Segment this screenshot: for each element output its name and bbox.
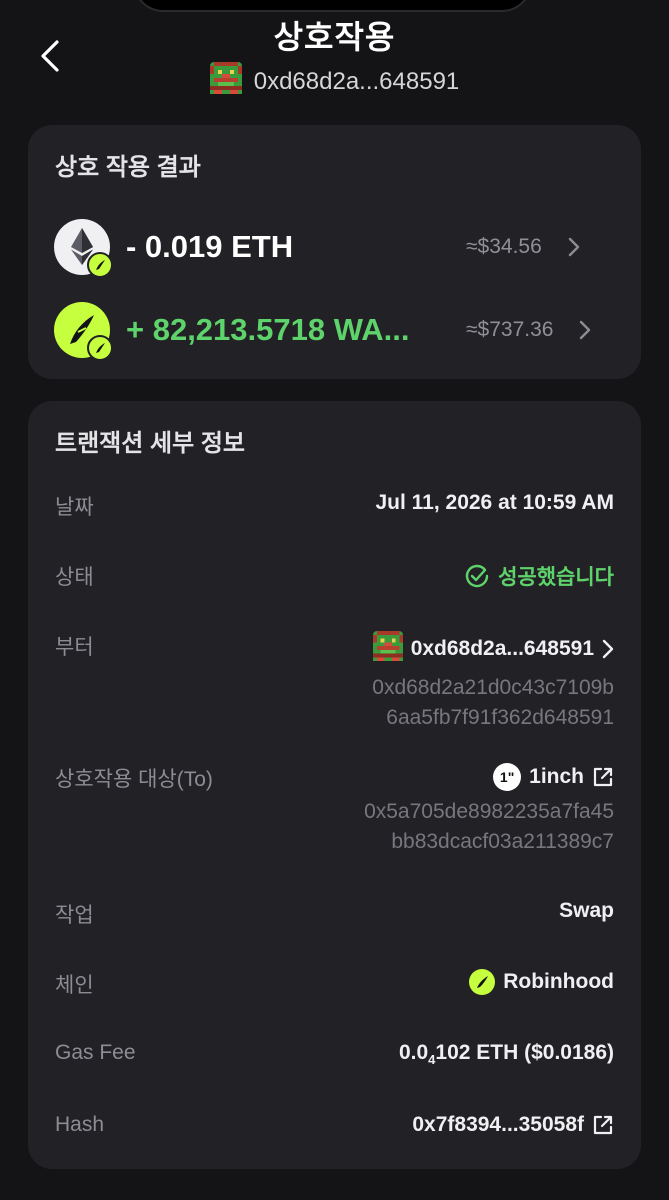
details-card-title: 트랜잭션 세부 정보 bbox=[55, 430, 245, 457]
status-badge: 성공했습니다 bbox=[464, 561, 614, 591]
check-circle-icon bbox=[465, 564, 489, 588]
from-value: 0xd68d2a...648591 0xd68d2a21d0c43c7109b … bbox=[372, 631, 614, 733]
to-value: 1" 1inch 0x5a705de8982235a7fa45 bb83dcac… bbox=[364, 763, 614, 857]
detail-row-status: 상태 성공했습니다 bbox=[55, 561, 614, 593]
to-name: 1inch bbox=[529, 765, 584, 788]
from-label: 부터 bbox=[55, 636, 94, 659]
to-label: 상호작용 대상(To) bbox=[55, 768, 213, 791]
gas-fee-suffix: 102 ETH ($0.0186) bbox=[435, 1041, 614, 1064]
from-address-full-line1: 0xd68d2a21d0c43c7109b bbox=[372, 676, 614, 699]
detail-row-from: 부터 0xd68d2a...648591 0xd68d2a21d0c43c710… bbox=[55, 631, 614, 729]
chevron-right-icon bbox=[579, 320, 593, 340]
asset-row-wa[interactable]: + 82,213.5718 WA... ≈$737.36 bbox=[54, 300, 615, 361]
interaction-result-card: 상호 작용 결과 - 0.019 ETH ≈$34.56 + 82,213.57… bbox=[28, 125, 641, 379]
wa-amount: + 82,213.5718 WA... bbox=[126, 312, 410, 347]
gas-fee-prefix: 0.0 bbox=[398, 1041, 429, 1064]
gas-fee-value: 0.04102 ETH ($0.0186) bbox=[399, 1041, 614, 1067]
detail-row-hash: Hash 0x7f8394...35058f bbox=[55, 1113, 614, 1145]
hash-label: Hash bbox=[55, 1113, 105, 1136]
robinhood-chain-badge-icon bbox=[87, 252, 113, 278]
eth-usd-value: ≈$34.56 bbox=[466, 235, 542, 258]
detail-row-to: 상호작용 대상(To) 1" 1inch 0x5a705de8982235a7f… bbox=[55, 763, 614, 858]
robinhood-chain-icon bbox=[469, 969, 496, 995]
transaction-details-card: 트랜잭션 세부 정보 날짜 Jul 11, 2026 at 10:59 AM 상… bbox=[28, 401, 641, 1169]
page-title: 상호작용 bbox=[273, 19, 396, 55]
wallet-avatar-icon bbox=[209, 62, 242, 101]
result-card-title: 상호 작용 결과 bbox=[55, 154, 201, 181]
address-short: 0xd68d2a...648591 bbox=[253, 67, 460, 95]
detail-row-action: 작업 Swap bbox=[55, 899, 614, 931]
oneinch-logo-icon: 1" bbox=[493, 763, 522, 791]
wallet-avatar-icon bbox=[372, 631, 403, 667]
from-address-link[interactable]: 0xd68d2a...648591 bbox=[372, 631, 614, 667]
robinhood-feather-icon bbox=[54, 302, 113, 361]
from-address-short: 0xd68d2a...648591 bbox=[410, 637, 594, 660]
to-address-full-line2: bb83dcacf03a211389c7 bbox=[391, 830, 614, 853]
to-address-full-line1: 0x5a705de8982235a7fa45 bbox=[364, 800, 614, 823]
eth-amount: - 0.019 ETH bbox=[126, 229, 294, 264]
gas-fee-label: Gas Fee bbox=[55, 1041, 136, 1064]
detail-row-gas-fee: Gas Fee 0.04102 ETH ($0.0186) bbox=[55, 1041, 614, 1073]
wa-usd-value: ≈$737.36 bbox=[466, 318, 554, 341]
chevron-right-icon bbox=[568, 237, 582, 257]
status-label: 상태 bbox=[55, 566, 94, 589]
chevron-right-icon bbox=[602, 639, 614, 659]
status-value: 성공했습니다 bbox=[498, 566, 614, 589]
device-notch bbox=[135, 0, 530, 10]
robinhood-chain-badge-icon bbox=[87, 335, 113, 361]
action-value: Swap bbox=[559, 899, 614, 922]
from-address-full-line2: 6aa5fb7f91f362d648591 bbox=[386, 706, 614, 729]
asset-row-eth[interactable]: - 0.019 ETH ≈$34.56 bbox=[54, 217, 615, 278]
detail-row-date: 날짜 Jul 11, 2026 at 10:59 AM bbox=[55, 491, 614, 523]
action-label: 작업 bbox=[55, 904, 94, 927]
external-link-icon bbox=[593, 767, 613, 787]
external-link-icon bbox=[593, 1115, 613, 1135]
ethereum-icon bbox=[54, 219, 113, 278]
date-value: Jul 11, 2026 at 10:59 AM bbox=[375, 491, 614, 514]
to-contract-link[interactable]: 1" 1inch bbox=[364, 763, 614, 791]
chain-label: 체인 bbox=[55, 974, 94, 997]
date-label: 날짜 bbox=[55, 496, 94, 519]
header-address[interactable]: 0xd68d2a...648591 bbox=[0, 62, 669, 101]
hash-value: 0x7f8394...35058f bbox=[412, 1113, 584, 1136]
chain-value-wrap: Robinhood bbox=[469, 969, 614, 995]
detail-row-chain: 체인 Robinhood bbox=[55, 969, 614, 1001]
hash-link[interactable]: 0x7f8394...35058f bbox=[412, 1113, 614, 1137]
chain-value: Robinhood bbox=[503, 970, 614, 993]
